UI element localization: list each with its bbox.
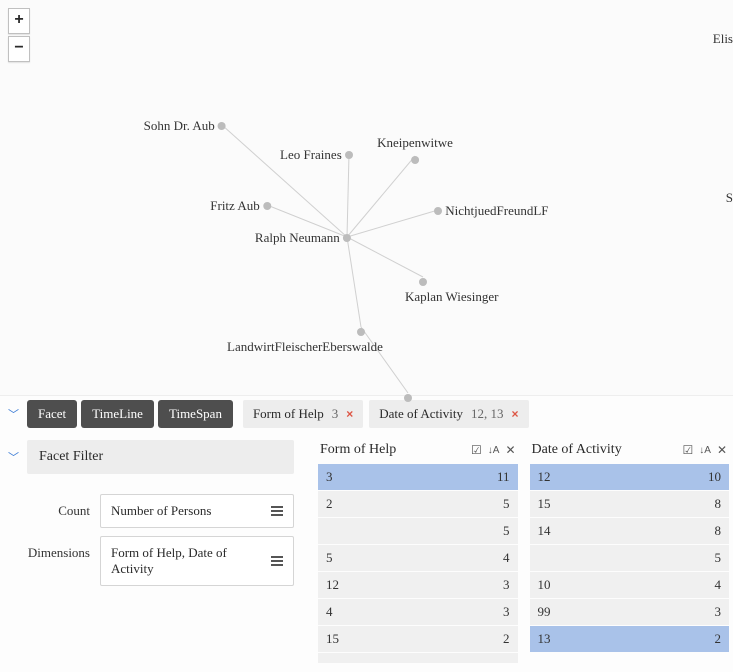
facet-row[interactable]: 54 — [318, 545, 518, 571]
chip-value: 12, 13 — [471, 406, 504, 422]
facet-row[interactable]: 5 — [530, 545, 730, 571]
facet-row[interactable] — [318, 653, 518, 663]
graph-node[interactable]: Leo Fraines — [280, 146, 353, 163]
dimensions-value: Form of Help, Date of Activity — [111, 545, 271, 577]
graph-node[interactable]: Kaplan Wiesinger — [419, 273, 512, 305]
facet-row[interactable]: 5 — [318, 518, 518, 544]
chip-value: 3 — [332, 406, 339, 422]
filter-chip[interactable]: Form of Help 3 × — [243, 400, 363, 428]
node-dot-icon — [411, 156, 419, 164]
chip-field: Form of Help — [253, 406, 324, 422]
tab-facet[interactable]: Facet — [27, 400, 77, 428]
facet-filter-title: Facet Filter — [27, 440, 294, 474]
graph-node[interactable]: Fritz Aub — [210, 197, 271, 214]
collapse-icon[interactable]: ﹀ — [4, 449, 23, 465]
node-dot-icon — [419, 278, 427, 286]
count-select[interactable]: Number of Persons — [100, 494, 294, 528]
node-dot-icon — [345, 151, 353, 159]
facet-column: Form of Help ☑ ↓A ✕ 3112555412343152 — [318, 440, 518, 664]
graph-node[interactable]: NichtjuedFreundLF — [434, 202, 549, 219]
filter-chip[interactable]: Date of Activity 12, 13 × — [369, 400, 528, 428]
graph-node[interactable]: Sohn Dr. Aub — [144, 117, 226, 134]
tab-timespan[interactable]: TimeSpan — [158, 400, 233, 428]
facet-row[interactable]: 1210 — [530, 464, 730, 490]
sort-icon[interactable]: ↓A — [488, 445, 500, 456]
menu-icon — [271, 504, 283, 518]
facet-row[interactable]: 158 — [530, 491, 730, 517]
node-dot-icon — [218, 122, 226, 130]
facet-title: Form of Help — [320, 442, 396, 458]
graph-node[interactable]: Kneipenwitwe — [377, 134, 453, 167]
dimensions-label: Dimensions — [4, 536, 100, 561]
close-icon[interactable]: × — [512, 407, 519, 421]
count-label: Count — [4, 494, 100, 519]
graph-node[interactable]: S — [726, 189, 733, 206]
dimensions-select[interactable]: Form of Help, Date of Activity — [100, 536, 294, 586]
menu-icon — [271, 554, 283, 568]
close-icon[interactable]: ✕ — [717, 443, 727, 457]
facet-row[interactable]: 311 — [318, 464, 518, 490]
facet-row[interactable]: 104 — [530, 572, 730, 598]
check-icon[interactable]: ☑ — [683, 443, 694, 457]
facet-column: Date of Activity ☑ ↓A ✕ 12101581485104993132 — [530, 440, 730, 664]
facet-row[interactable]: 123 — [318, 572, 518, 598]
count-value: Number of Persons — [111, 503, 211, 519]
node-dot-icon — [434, 207, 442, 215]
tab-timeline[interactable]: TimeLine — [81, 400, 154, 428]
facet-row[interactable]: 132 — [530, 626, 730, 652]
facet-row[interactable]: 152 — [318, 626, 518, 652]
facet-row[interactable]: 25 — [318, 491, 518, 517]
zoom-in-button[interactable]: + — [8, 8, 30, 34]
node-dot-icon — [263, 202, 271, 210]
view-toolbar: ﹀ FacetTimeLineTimeSpan Form of Help3×Da… — [0, 395, 733, 432]
close-icon[interactable]: × — [346, 407, 353, 421]
facet-title: Date of Activity — [532, 442, 622, 458]
zoom-out-button[interactable]: − — [8, 36, 30, 62]
node-dot-icon — [343, 234, 351, 242]
facet-row[interactable]: 993 — [530, 599, 730, 625]
facet-row[interactable]: 148 — [530, 518, 730, 544]
graph-node[interactable] — [404, 389, 412, 405]
close-icon[interactable]: ✕ — [505, 443, 515, 457]
node-dot-icon — [357, 328, 365, 336]
node-dot-icon — [404, 394, 412, 402]
check-icon[interactable]: ☑ — [471, 443, 482, 457]
facet-row[interactable]: 43 — [318, 599, 518, 625]
network-graph[interactable]: Sohn Dr. Aub Leo Fraines Kneipenwitwe Fri… — [0, 0, 733, 395]
graph-node[interactable]: Elis — [713, 30, 733, 47]
graph-node[interactable]: Ralph Neumann — [255, 229, 351, 246]
graph-node[interactable]: LandwirtFleischerEberswalde — [357, 323, 513, 355]
chip-field: Date of Activity — [379, 406, 463, 422]
sort-icon[interactable]: ↓A — [699, 445, 711, 456]
collapse-icon[interactable]: ﹀ — [4, 406, 23, 422]
